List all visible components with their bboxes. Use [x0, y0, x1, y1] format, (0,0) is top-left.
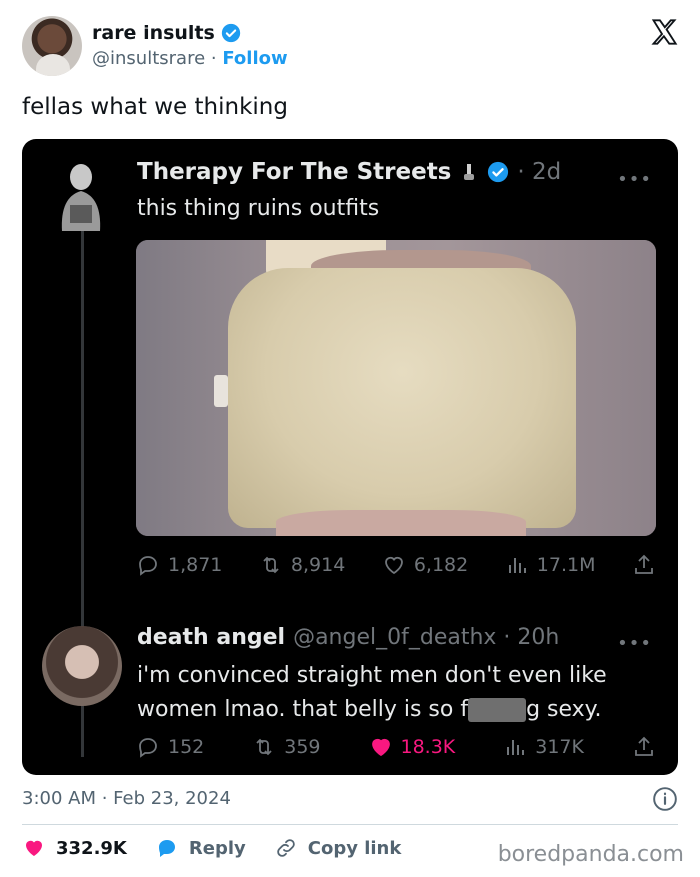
copy-link-button[interactable]: Copy link [274, 836, 402, 860]
reply-post-text: i'm convinced straight men don't even li… [137, 659, 657, 727]
repost-count: 8,914 [290, 554, 346, 576]
like-count: 6,182 [413, 554, 469, 576]
like-count: 332.9K [56, 837, 127, 859]
reply-icon [139, 556, 157, 576]
reply-button[interactable]: Reply [155, 836, 246, 860]
tweet-text: fellas what we thinking [22, 94, 288, 120]
link-icon [276, 839, 295, 857]
reply-text-after: g sexy. [526, 697, 602, 722]
reply-icon [139, 738, 157, 758]
views-icon [508, 558, 526, 573]
share-icon [635, 554, 653, 574]
quoted-post[interactable]: Therapy For The Streets · 2d ••• this th… [22, 139, 678, 775]
reply-post-actions: 152 359 18.3K 317K [136, 735, 656, 759]
verified-badge-icon [488, 161, 509, 183]
views-count: 317K [535, 736, 584, 758]
reply-icon [158, 840, 175, 857]
repost-action[interactable]: 8,914 [259, 553, 345, 577]
reply-count: 152 [168, 736, 205, 758]
tweet-timestamp[interactable]: 3:00 AM · Feb 23, 2024 [22, 788, 231, 809]
quoted-post-time[interactable]: · 2d [517, 159, 561, 185]
author-handle[interactable]: @insultsrare [92, 48, 205, 69]
like-action[interactable]: 18.3K [369, 735, 456, 759]
reply-author-name[interactable]: death angel [137, 625, 285, 650]
repost-count: 359 [284, 736, 321, 758]
heart-icon [384, 556, 403, 575]
emoji-icon [464, 164, 475, 180]
reply-name-row: death angel @angel_0f_deathx · 20h [137, 625, 559, 650]
author-handle-row: @insultsrare · Follow [92, 48, 288, 69]
like-button[interactable]: 332.9K [22, 836, 127, 860]
heart-icon [371, 738, 390, 757]
info-icon[interactable] [652, 786, 678, 812]
quoted-post-actions: 1,871 8,914 6,182 17.1M [136, 553, 656, 577]
views-count: 17.1M [536, 554, 596, 576]
reply-author-avatar[interactable] [42, 626, 122, 706]
tweet-footer: 332.9K Reply Copy link [22, 836, 401, 860]
views-action[interactable]: 317K [503, 735, 584, 759]
repost-icon [256, 738, 272, 756]
share-action[interactable] [632, 735, 656, 759]
separator: · [210, 48, 217, 69]
post-image[interactable] [136, 240, 656, 536]
watermark: boredpanda.com [497, 842, 684, 867]
censor-blur [468, 698, 527, 722]
quoted-post-text: this thing ruins outfits [137, 196, 380, 221]
like-count: 18.3K [400, 736, 456, 758]
share-icon [635, 736, 653, 756]
x-logo-icon[interactable] [650, 18, 678, 46]
more-options-icon[interactable]: ••• [617, 169, 652, 190]
reply-count: 1,871 [168, 554, 223, 576]
more-options-icon[interactable]: ••• [617, 633, 652, 654]
follow-button[interactable]: Follow [222, 48, 287, 69]
share-action[interactable] [632, 553, 656, 577]
copy-link-label: Copy link [307, 837, 402, 859]
divider [22, 824, 678, 825]
reply-author-handle-time[interactable]: @angel_0f_deathx · 20h [293, 625, 559, 650]
like-action[interactable]: 6,182 [382, 553, 468, 577]
quoted-author-avatar[interactable] [52, 161, 110, 237]
quoted-name-row: Therapy For The Streets · 2d [137, 159, 561, 185]
views-icon [507, 740, 525, 755]
verified-badge-icon [221, 23, 241, 43]
author-name-row: rare insults [92, 22, 241, 44]
repost-icon [263, 556, 279, 574]
reply-action[interactable]: 152 [136, 735, 204, 759]
reply-action[interactable]: 1,871 [136, 553, 222, 577]
views-action[interactable]: 17.1M [505, 553, 596, 577]
quoted-author-name[interactable]: Therapy For The Streets [137, 159, 451, 185]
author-name[interactable]: rare insults [92, 22, 215, 44]
repost-action[interactable]: 359 [252, 735, 321, 759]
reply-label: Reply [188, 837, 246, 859]
tweet-header: rare insults @insultsrare · Follow [0, 0, 700, 90]
heart-icon [26, 840, 42, 856]
author-avatar[interactable] [22, 16, 82, 76]
